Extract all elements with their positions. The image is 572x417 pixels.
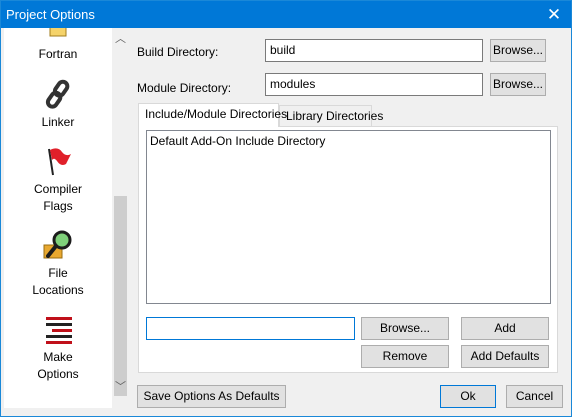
module-directory-field[interactable]: modules xyxy=(265,73,483,96)
fortran-icon xyxy=(49,28,67,37)
add-button[interactable]: Add xyxy=(461,317,549,340)
tab-include-module-directories[interactable]: Include/Module Directories xyxy=(138,103,287,127)
remove-button[interactable]: Remove xyxy=(361,345,449,368)
category-compiler-flags[interactable]: Compiler Flags xyxy=(4,145,112,215)
chain-link-icon xyxy=(45,79,70,109)
make-lines-icon xyxy=(46,317,72,344)
category-label: Compiler xyxy=(33,182,82,196)
category-file-locations[interactable]: File Locations xyxy=(4,229,112,299)
title-bar: Project Options ✕ xyxy=(1,1,571,28)
module-browse-button[interactable]: Browse... xyxy=(490,73,546,96)
category-list[interactable]: Fortran Linker Compiler Flags File Locat… xyxy=(4,28,112,408)
category-label: Fortran xyxy=(38,47,78,61)
category-make-options[interactable]: Make Options xyxy=(4,313,112,383)
ok-button[interactable]: Ok xyxy=(440,385,496,408)
category-label-line2: Locations xyxy=(32,283,84,297)
magnifier-folder-icon xyxy=(43,230,72,259)
new-directory-input[interactable] xyxy=(146,317,355,340)
cancel-button[interactable]: Cancel xyxy=(506,385,563,408)
include-browse-button[interactable]: Browse... xyxy=(361,317,449,340)
category-label-line2: Options xyxy=(37,367,79,381)
category-label: Linker xyxy=(41,115,75,129)
tab-library-directories[interactable]: Library Directories xyxy=(279,105,383,127)
category-label-line2: Flags xyxy=(43,199,73,213)
tab-panel: Default Add-On Include Directory Browse.… xyxy=(138,126,558,373)
list-item[interactable]: Default Add-On Include Directory xyxy=(150,134,325,148)
scroll-up-icon[interactable]: ︿ xyxy=(112,30,129,46)
add-defaults-button[interactable]: Add Defaults xyxy=(461,345,549,368)
close-icon[interactable]: ✕ xyxy=(537,1,571,28)
category-label: Make xyxy=(43,350,73,364)
sidebar-scrollbar[interactable]: ︿ ﹀ xyxy=(112,28,129,408)
include-directory-list[interactable]: Default Add-On Include Directory xyxy=(146,130,551,304)
scrollbar-thumb[interactable] xyxy=(114,196,127,396)
save-options-as-defaults-button[interactable]: Save Options As Defaults xyxy=(137,385,286,408)
build-directory-field[interactable]: build xyxy=(265,39,483,62)
module-directory-label: Module Directory: xyxy=(137,81,232,95)
category-label: File xyxy=(48,266,68,280)
build-directory-label: Build Directory: xyxy=(137,45,219,59)
category-linker[interactable]: Linker xyxy=(4,78,112,131)
window-title: Project Options xyxy=(6,7,95,22)
category-fortran[interactable]: Fortran xyxy=(4,28,112,63)
build-browse-button[interactable]: Browse... xyxy=(490,39,546,62)
project-options-dialog: Project Options ✕ Fortran Linker Compile… xyxy=(0,0,572,417)
scroll-down-icon[interactable]: ﹀ xyxy=(112,378,129,394)
red-flag-icon xyxy=(48,148,71,176)
